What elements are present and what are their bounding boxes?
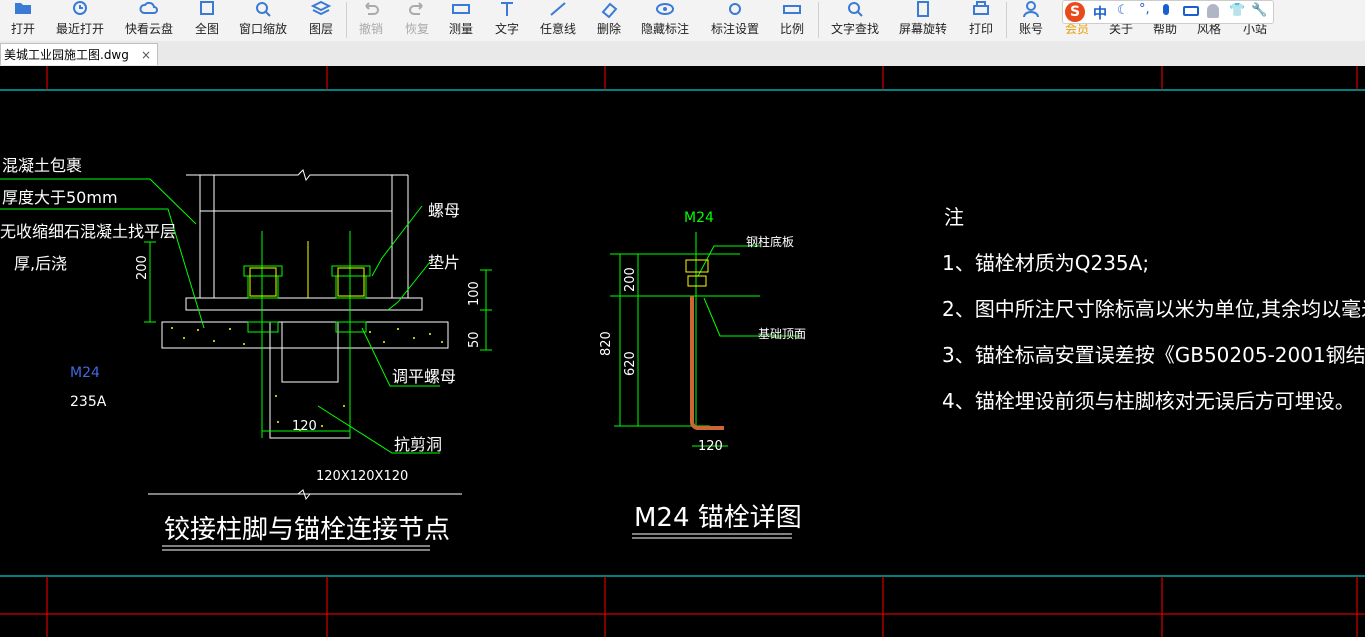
cloud-icon — [139, 1, 158, 14]
file-tab[interactable]: 美城工业园施工图.dwg × — [0, 43, 158, 65]
print-icon — [973, 1, 989, 15]
text-search-icon — [848, 2, 863, 17]
punctuation-icon[interactable]: °, — [1139, 2, 1150, 17]
shirt-icon[interactable]: 👕 — [1229, 3, 1245, 18]
middle-dim-120: 120 — [698, 439, 723, 454]
freeline-icon — [550, 2, 566, 16]
undo-icon — [365, 2, 379, 15]
ime-mode[interactable]: 中 — [1093, 3, 1107, 23]
cloud-button[interactable]: 快看云盘 — [118, 0, 180, 41]
redo-button[interactable]: 恢复 — [396, 0, 438, 41]
toolbar: 打开 最近打开 快看云盘 全图 窗口缩放 图层 撤销 恢复 测量 文字 任意线 … — [0, 0, 1365, 42]
label-thickness: 厚度大于50mm — [2, 188, 118, 207]
anchor-bolt-bar — [690, 296, 724, 430]
open-button[interactable]: 打开 — [2, 0, 44, 41]
note-4: 4、锚栓埋设前须与柱脚核对无误后方可埋设。 — [942, 389, 1355, 413]
middle-dim-200: 200 — [623, 267, 638, 292]
note-1: 1、锚栓材质为Q235A; — [942, 251, 1149, 275]
eraser-icon — [601, 2, 618, 18]
toolbar-separator — [1006, 2, 1007, 38]
eye-icon — [656, 3, 674, 15]
file-tab-title: 美城工业园施工图.dwg — [4, 48, 129, 62]
tab-bar: 美城工业园施工图.dwg × — [0, 41, 1365, 66]
measure-icon — [452, 4, 470, 14]
recent-button[interactable]: 最近打开 — [50, 0, 110, 41]
note-3: 3、锚栓标高安置误差按《GB50205-2001钢结构工程施工 — [942, 343, 1365, 367]
mic-icon[interactable] — [1163, 4, 1169, 15]
note-2: 2、图中所注尺寸除标高以米为单位,其余均以毫米为单位; — [942, 297, 1365, 321]
hide-annotation-button[interactable]: 隐藏标注 — [636, 0, 694, 41]
notes-heading: 注 — [944, 205, 964, 229]
label-hole-size: 120X120X120 — [316, 469, 408, 484]
label-foundation-top: 基础顶面 — [758, 327, 806, 341]
rotate-screen-button[interactable]: 屏幕旋转 — [894, 0, 952, 41]
leader-lines — [0, 178, 440, 454]
middle-detail-title: M24 锚栓详图 — [634, 503, 802, 533]
anchor-bolt-detail: M24 钢柱底板 基础顶面 200 820 620 120 M24 锚栓详图 — [599, 210, 806, 539]
freeline-button[interactable]: 任意线 — [532, 0, 584, 41]
measure-button[interactable]: 测量 — [440, 0, 482, 41]
dim-120: 120 — [292, 419, 317, 434]
notes-block: 注 1、锚栓材质为Q235A; 2、图中所注尺寸除标高以米为单位,其余均以毫米为… — [942, 205, 1365, 413]
layers-icon — [310, 0, 332, 16]
text-icon — [501, 2, 513, 16]
close-icon[interactable]: × — [141, 44, 151, 65]
scale-icon — [783, 5, 801, 14]
label-nut: 螺母 — [428, 201, 460, 220]
layers-button[interactable]: 图层 — [300, 0, 342, 41]
toolbar-separator — [818, 2, 819, 38]
undo-button[interactable]: 撤销 — [350, 0, 392, 41]
dim-200: 200 — [135, 255, 150, 280]
redo-icon — [409, 2, 423, 15]
label-washer: 垫片 — [428, 253, 460, 272]
rotate-screen-icon — [917, 1, 929, 17]
label-base-plate: 钢柱底板 — [746, 234, 794, 249]
label-grout-layer: 无收缩细石混凝土找平层 — [0, 222, 176, 241]
moon-icon[interactable]: ☾ — [1117, 3, 1129, 18]
middle-dim-620: 620 — [623, 351, 638, 376]
user-icon[interactable] — [1207, 4, 1219, 18]
text-button[interactable]: 文字 — [486, 0, 528, 41]
account-button[interactable]: 账号 — [1012, 0, 1050, 41]
clock-icon — [73, 1, 87, 15]
dim-100: 100 — [467, 281, 482, 306]
annotation-settings-icon — [729, 3, 741, 15]
toolbar-separator — [346, 2, 347, 38]
folder-open-icon — [15, 3, 31, 14]
print-button[interactable]: 打印 — [962, 0, 1000, 41]
column-base-detail: 混凝土包裹 厚度大于50mm 无收缩细石混凝土找平层 厚,后浇 M24 235A… — [0, 156, 492, 551]
ime-toolbar[interactable]: S 中 ☾ °, 👕 🔧 — [1062, 0, 1274, 24]
account-icon — [1023, 1, 1039, 18]
middle-label-m24: M24 — [684, 210, 714, 226]
label-leveling-nut: 调平螺母 — [392, 367, 456, 386]
zoom-window-button[interactable]: 窗口缩放 — [234, 0, 292, 41]
wrench-icon[interactable]: 🔧 — [1251, 3, 1267, 18]
label-shear-hole: 抗剪洞 — [394, 435, 442, 454]
dim-50: 50 — [467, 331, 482, 348]
fit-view-button[interactable]: 全图 — [188, 0, 226, 41]
drawing-canvas[interactable]: 混凝土包裹 厚度大于50mm 无收缩细石混凝土找平层 厚,后浇 M24 235A… — [0, 66, 1365, 637]
middle-dim-820: 820 — [599, 331, 614, 356]
label-m24: M24 — [70, 365, 100, 381]
text-search-button[interactable]: 文字查找 — [824, 0, 886, 41]
sogou-logo: S — [1065, 2, 1085, 22]
keyboard-icon[interactable] — [1183, 6, 1199, 16]
left-detail-title: 铰接柱脚与锚栓连接节点 — [164, 515, 450, 545]
scale-button[interactable]: 比例 — [772, 0, 812, 41]
delete-button[interactable]: 删除 — [588, 0, 630, 41]
label-concrete-wrap: 混凝土包裹 — [2, 156, 82, 175]
fit-view-icon — [200, 1, 214, 15]
zoom-window-icon — [256, 2, 271, 17]
label-235a: 235A — [70, 394, 107, 410]
annotation-settings-button[interactable]: 标注设置 — [704, 0, 766, 41]
label-post-pour: 厚,后浇 — [14, 254, 67, 273]
